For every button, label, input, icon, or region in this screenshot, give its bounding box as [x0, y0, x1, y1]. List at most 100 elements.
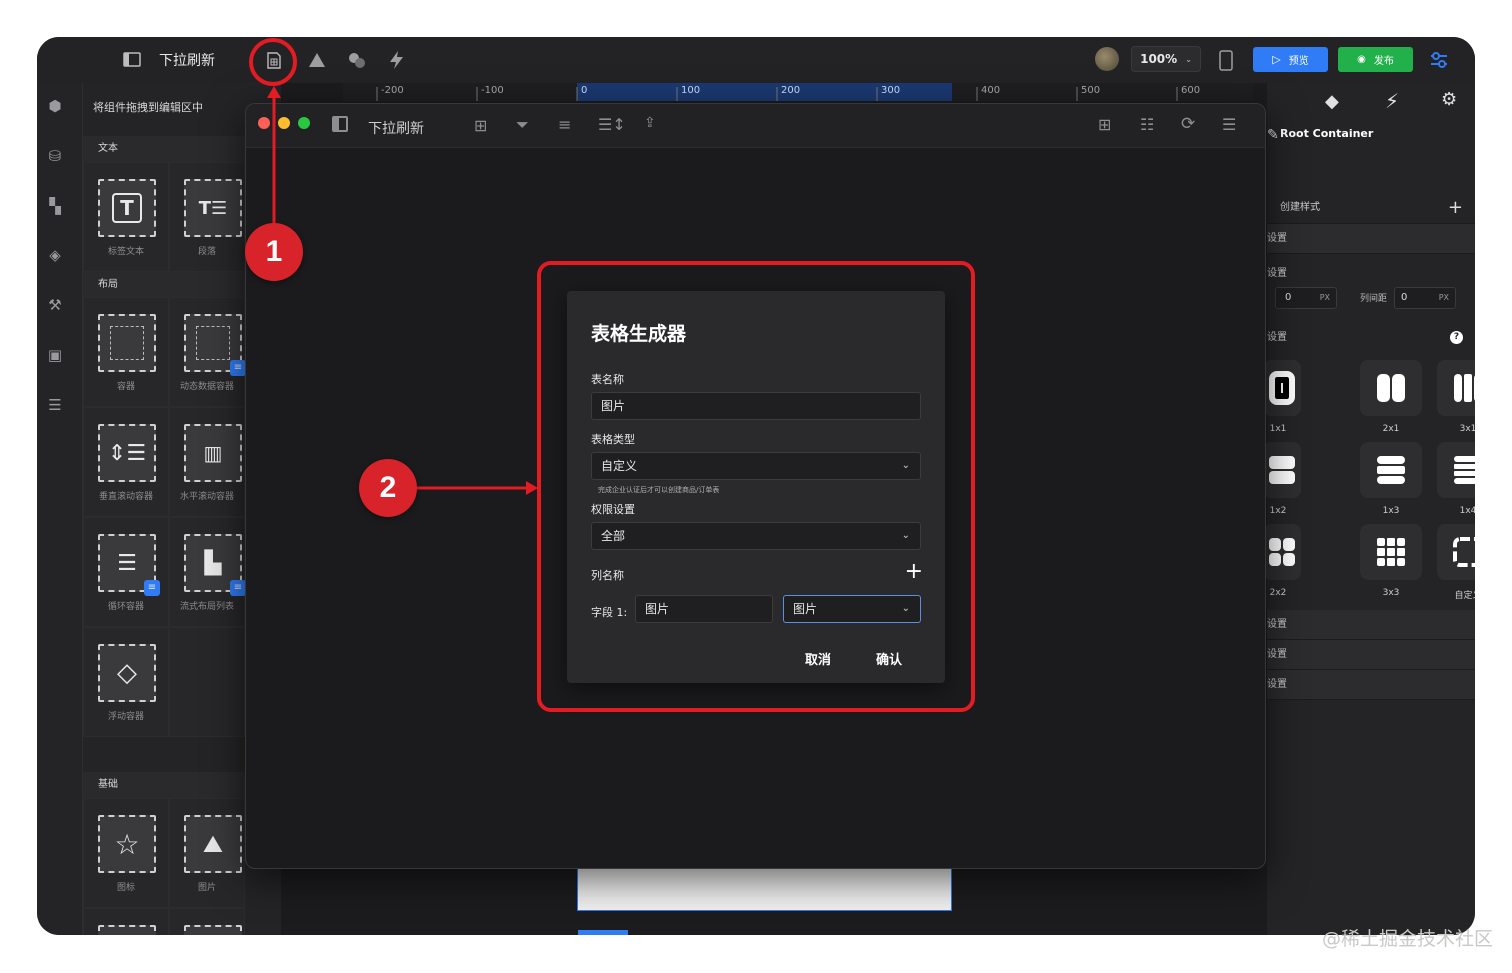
create-style-label: 创建样式: [1280, 202, 1320, 213]
grid-option-1x2[interactable]: [1263, 442, 1301, 498]
ruler-tick-label: 300: [881, 85, 901, 96]
pen-icon[interactable]: ✎: [1267, 127, 1279, 143]
row-gap-input[interactable]: 0 PX: [1275, 287, 1337, 309]
zoom-select[interactable]: 100% ⌄: [1131, 46, 1201, 72]
ruler-tick-label: 0: [581, 85, 588, 96]
grid-option-1x4[interactable]: [1437, 442, 1475, 498]
pages-icon[interactable]: ▣: [46, 346, 64, 364]
row-gap-unit: PX: [1319, 293, 1330, 302]
settings-label: 设置: [1267, 268, 1287, 279]
component-label: 流式布局列表: [179, 602, 234, 612]
canvas-page[interactable]: [577, 867, 952, 911]
publish-label: 发布: [1373, 56, 1394, 67]
component-container[interactable]: 容器: [83, 297, 169, 407]
grid-option-1x1[interactable]: [1263, 360, 1301, 416]
canvas-selection-bar: [578, 930, 628, 935]
avatar[interactable]: [1095, 47, 1119, 71]
export-icon[interactable]: ⇪: [644, 115, 656, 131]
zoom-value: 100%: [1140, 52, 1178, 66]
grid-option-label: 1x3: [1382, 506, 1400, 516]
grid-option-custom[interactable]: [1437, 524, 1475, 580]
component-vertical-scroll[interactable]: ⇕☰ 垂直滚动容器: [83, 407, 169, 517]
style-tab-icon[interactable]: ◆: [1325, 91, 1339, 112]
sidebar-toggle-icon[interactable]: [123, 51, 141, 67]
grid-option-label: 1x4: [1459, 506, 1475, 516]
col-gap-label: 列间距: [1360, 294, 1388, 304]
help-icon[interactable]: ?: [1450, 331, 1463, 344]
ruler-tick-label: -100: [481, 85, 504, 96]
grid-option-3x3[interactable]: [1360, 524, 1422, 580]
settings-row-5[interactable]: 设置: [1267, 640, 1475, 670]
lightning-tool-icon[interactable]: [386, 50, 406, 70]
paragraph-icon: T☰: [184, 179, 242, 237]
filter-icon[interactable]: ⏷: [516, 115, 529, 135]
component-image[interactable]: ⛰ 图片: [169, 798, 245, 908]
component-icon[interactable]: ☆ 图标: [83, 798, 169, 908]
action-tab-icon[interactable]: ⚡: [1385, 89, 1399, 113]
settings-row-2[interactable]: 设置: [1267, 259, 1475, 289]
component-paragraph[interactable]: T☰ 段落: [169, 162, 245, 272]
component-horizontal-scroll[interactable]: ▥ 水平滚动容器: [169, 407, 245, 517]
panel-toggle-icon[interactable]: [332, 116, 348, 132]
hammer-icon[interactable]: ⚒: [46, 296, 64, 314]
layers-icon[interactable]: ◈: [46, 246, 64, 264]
triangle-tool-icon[interactable]: [308, 51, 326, 69]
component-dynamic-container[interactable]: ≡ 动态数据容器: [169, 297, 246, 407]
ruler-tick-label: 100: [681, 85, 701, 96]
settings-sliders-icon[interactable]: [1429, 50, 1449, 70]
annotation-highlight-icon: [249, 38, 297, 86]
settings-row-4[interactable]: 设置: [1267, 610, 1475, 640]
component-floating-container[interactable]: ◇ 浮动容器: [83, 627, 169, 737]
preview-button[interactable]: ▷ 预览: [1253, 47, 1328, 72]
eye-icon: ◉: [1357, 54, 1366, 65]
sort-icon[interactable]: ☰↕: [598, 115, 626, 134]
settings-label: 设置: [1267, 233, 1287, 244]
grid-icon[interactable]: ▚: [46, 197, 64, 215]
add-table-icon[interactable]: ⊞: [474, 116, 487, 135]
component-flow-list[interactable]: ▙ ≡ 流式布局列表: [169, 517, 246, 627]
search-list-icon[interactable]: ☰: [1222, 115, 1236, 134]
maximize-window-button[interactable]: [298, 117, 310, 129]
align-icon[interactable]: ≡: [558, 115, 571, 134]
list-icon[interactable]: ☰: [46, 396, 64, 414]
components-icon[interactable]: ⛁: [46, 147, 64, 165]
step-1-badge: 1: [245, 223, 303, 281]
grid-option-label: 2x1: [1382, 424, 1400, 434]
settings-row-1[interactable]: 设置: [1267, 224, 1475, 254]
component-label: 容器: [116, 382, 135, 392]
settings-row-3[interactable]: 设置 ?: [1267, 323, 1475, 353]
component-label-text[interactable]: T 标签文本: [83, 162, 169, 272]
container-icon: [98, 314, 156, 372]
component-label: 循环容器: [107, 602, 144, 612]
ruler: -200 -100 0 100 200 300 400 500 600: [343, 83, 1253, 101]
refresh-icon[interactable]: ⟳: [1181, 114, 1195, 134]
right-properties-panel: ✎ ◆ ⚡ ⚙ Root Container 创建样式 + 设置 设置 0 PX…: [1263, 83, 1475, 935]
layout-icon[interactable]: ⊞: [1098, 115, 1111, 134]
empty-cell: [169, 627, 245, 737]
component-dots[interactable]: ⁙: [83, 908, 169, 935]
component-label: 图标: [116, 883, 135, 893]
ruler-tick-label: 600: [1181, 85, 1201, 96]
grid-option-1x3[interactable]: [1360, 442, 1422, 498]
component-loop-container[interactable]: ☰ ≡ 循环容器: [83, 517, 169, 627]
grid-option-2x2[interactable]: [1263, 524, 1301, 580]
settings-row-6[interactable]: 设置: [1267, 670, 1475, 700]
col-gap-input[interactable]: 0 PX: [1394, 287, 1456, 309]
circles-tool-icon[interactable]: [348, 51, 366, 69]
play-icon: ▷: [1272, 53, 1281, 66]
component-label: 浮动容器: [107, 712, 144, 722]
drag-hint: 将组件拖拽到编辑区中: [93, 101, 203, 114]
logic-tab-icon[interactable]: ⚙: [1441, 89, 1457, 110]
annotation-arrow-1: [267, 86, 281, 224]
grid-option-3x1[interactable]: [1437, 360, 1475, 416]
cube-icon[interactable]: ⬢: [46, 97, 64, 115]
component-qrcode[interactable]: ▦: [169, 908, 245, 935]
plus-icon[interactable]: +: [1448, 192, 1463, 224]
ruler-tick-label: -200: [381, 85, 404, 96]
toggle-icon[interactable]: ☷: [1140, 115, 1154, 134]
grid-option-2x1[interactable]: [1360, 360, 1422, 416]
publish-button[interactable]: ◉ 发布: [1338, 47, 1413, 72]
create-style-row[interactable]: 创建样式 +: [1267, 192, 1475, 224]
device-icon[interactable]: [1218, 49, 1234, 71]
ruler-tick-label: 500: [1081, 85, 1101, 96]
